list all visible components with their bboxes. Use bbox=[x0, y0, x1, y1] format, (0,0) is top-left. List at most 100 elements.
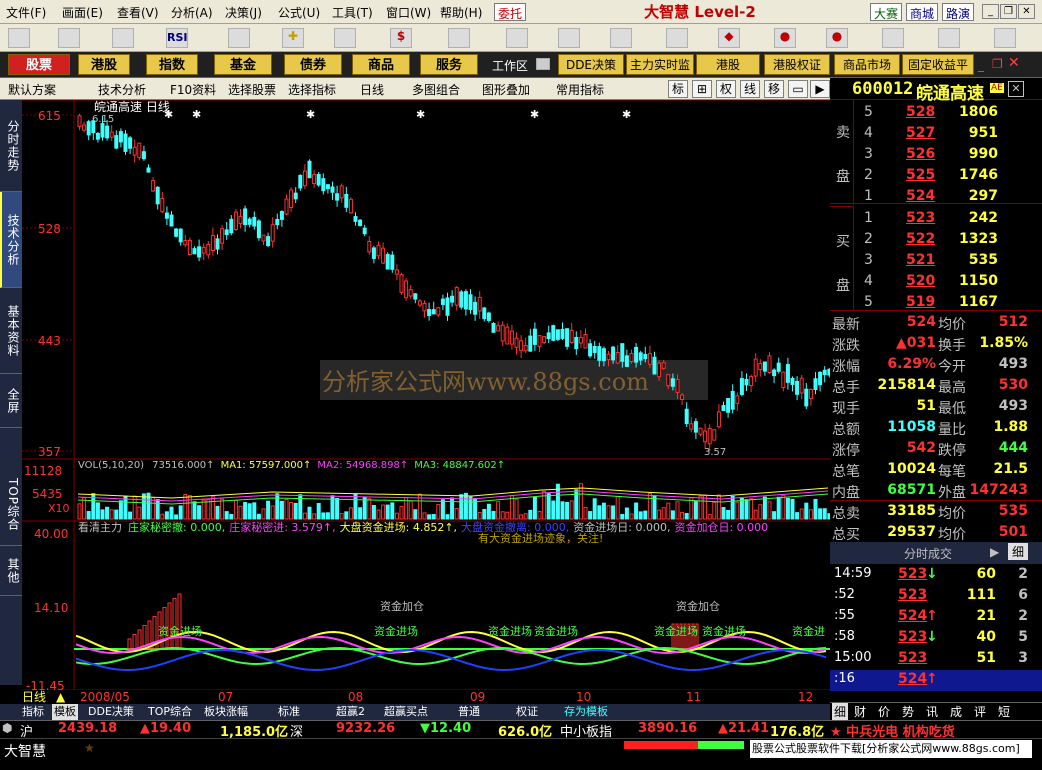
ticks-arrow-icon[interactable]: ▶ bbox=[990, 545, 999, 559]
minimize-icon[interactable]: _ bbox=[982, 4, 999, 19]
mark-button[interactable]: 标 bbox=[668, 80, 688, 98]
barchart-icon[interactable] bbox=[506, 28, 528, 48]
cross-icon[interactable]: ✚ bbox=[282, 28, 304, 48]
workarea-label[interactable]: 工作区 bbox=[492, 57, 528, 74]
tab-normal[interactable]: 普通 bbox=[458, 704, 480, 720]
buy-price[interactable]: 519 bbox=[906, 294, 935, 310]
menu-window[interactable]: 窗口(W) bbox=[386, 4, 431, 21]
rtab-review[interactable]: 评 bbox=[974, 703, 986, 720]
select-indicator-button[interactable]: 选择指标 bbox=[288, 81, 336, 98]
period-dropdown[interactable]: 日线 bbox=[360, 81, 384, 98]
roadshow-button[interactable]: 路演 bbox=[942, 3, 975, 21]
binoculars-icon[interactable] bbox=[558, 28, 580, 48]
tab-sector[interactable]: 板块涨幅 bbox=[204, 704, 248, 720]
rtab-detail[interactable]: 细 bbox=[832, 703, 849, 720]
move-button[interactable]: 移 bbox=[764, 80, 784, 98]
pane-minimize-icon[interactable]: _ bbox=[978, 58, 984, 72]
select-stock-button[interactable]: 选择股票 bbox=[228, 81, 276, 98]
market-fund-button[interactable]: 基金 bbox=[214, 54, 272, 75]
entrust-button[interactable]: 委托 bbox=[494, 3, 527, 21]
tab-dde[interactable]: DDE决策 bbox=[88, 704, 134, 720]
books-icon[interactable] bbox=[994, 28, 1016, 48]
multi-chart-dropdown[interactable]: 多图组合 bbox=[412, 81, 460, 98]
mail-icon[interactable] bbox=[536, 58, 550, 70]
hk-warrant-button[interactable]: 港股权证 bbox=[764, 54, 830, 75]
tab-warrant[interactable]: 权证 bbox=[516, 704, 538, 720]
sell-price[interactable]: 527 bbox=[906, 125, 935, 141]
close-icon[interactable]: ✕ bbox=[1018, 4, 1035, 19]
tech-analysis-dropdown[interactable]: 技术分析 bbox=[98, 81, 146, 98]
market-index-button[interactable]: 指数 bbox=[146, 54, 198, 75]
sell-price[interactable]: 524 bbox=[906, 188, 935, 204]
tab-fullscreen[interactable]: 全屏 bbox=[0, 374, 22, 428]
ball2-icon[interactable]: ● bbox=[826, 28, 848, 48]
speaker-icon[interactable] bbox=[610, 28, 632, 48]
tab-timeline[interactable]: 分时走势 bbox=[0, 100, 22, 192]
screen-icon[interactable] bbox=[938, 28, 960, 48]
menu-file[interactable]: 文件(F) bbox=[6, 4, 46, 21]
market-service-button[interactable]: 服务 bbox=[420, 54, 478, 75]
tab-save-template[interactable]: 存为模板 bbox=[564, 704, 608, 720]
menu-analysis[interactable]: 分析(A) bbox=[171, 4, 213, 21]
dde-decision-button[interactable]: DDE决策 bbox=[558, 54, 624, 75]
rtab-finance[interactable]: 财 bbox=[854, 703, 866, 720]
tab-technical[interactable]: 技术分析 bbox=[0, 192, 22, 288]
buy-price[interactable]: 521 bbox=[906, 252, 935, 268]
mall-button[interactable]: 商城 bbox=[906, 3, 939, 21]
menu-decision[interactable]: 决策(J) bbox=[225, 4, 262, 21]
sell-price[interactable]: 528 bbox=[906, 104, 935, 120]
rtab-deal[interactable]: 成 bbox=[950, 703, 962, 720]
rights-button[interactable]: 权 bbox=[716, 80, 736, 98]
rsi-icon[interactable]: RSI bbox=[166, 28, 188, 48]
market-hk-button[interactable]: 港股 bbox=[78, 54, 130, 75]
buy-price[interactable]: 523 bbox=[906, 210, 935, 226]
line-button[interactable]: 线 bbox=[740, 80, 760, 98]
diamond-icon[interactable]: ◆ bbox=[718, 28, 740, 48]
restore-icon[interactable]: ❐ bbox=[1000, 4, 1017, 19]
chart-icon[interactable] bbox=[58, 28, 80, 48]
menu-view[interactable]: 查看(V) bbox=[117, 4, 159, 21]
market-bond-button[interactable]: 债券 bbox=[284, 54, 342, 75]
f10-button[interactable]: F10资料 bbox=[170, 81, 216, 98]
panel-close-icon[interactable]: ✕ bbox=[1008, 81, 1024, 97]
tab-template[interactable]: 模板 bbox=[52, 704, 78, 720]
rtab-news[interactable]: 讯 bbox=[926, 703, 938, 720]
tab-standard[interactable]: 标准 bbox=[278, 704, 300, 720]
menu-help[interactable]: 帮助(H) bbox=[440, 4, 482, 21]
contest-button[interactable]: 大赛 bbox=[870, 3, 903, 21]
hk-stock-button[interactable]: 港股 bbox=[696, 54, 760, 75]
tab-super-buy[interactable]: 超赢买点 bbox=[384, 704, 428, 720]
tab-super2[interactable]: 超赢2 bbox=[336, 704, 365, 720]
rtab-trend[interactable]: 势 bbox=[902, 703, 914, 720]
train-icon[interactable] bbox=[448, 28, 470, 48]
tab-other[interactable]: 其他 bbox=[0, 546, 22, 596]
pane-close-icon[interactable]: ✕ bbox=[1008, 55, 1020, 71]
menu-tools[interactable]: 工具(T) bbox=[332, 4, 373, 21]
kline-chart-area[interactable]: 615 528 443 357 11128 5435 X10 40.00 14.… bbox=[22, 99, 832, 720]
common-indicator-dropdown[interactable]: 常用指标 bbox=[556, 81, 604, 98]
overlay-dropdown[interactable]: 图形叠加 bbox=[482, 81, 530, 98]
main-monitor-button[interactable]: 主力实时监控 bbox=[626, 54, 694, 75]
market-stocks-button[interactable]: 股票 bbox=[8, 54, 70, 75]
tab-indicator[interactable]: 指标 bbox=[22, 704, 44, 720]
dollar-icon[interactable]: $ bbox=[390, 28, 412, 48]
fixed-income-button[interactable]: 固定收益平台 bbox=[902, 54, 974, 75]
ad-banner[interactable]: 股票公式股票软件下载[分析家公式网www.88gs.com] bbox=[750, 740, 1032, 758]
box-icon[interactable] bbox=[666, 28, 688, 48]
ticks-detail-button[interactable]: 细 bbox=[1008, 543, 1029, 560]
next-icon[interactable]: ▶ bbox=[810, 80, 830, 98]
sell-price[interactable]: 525 bbox=[906, 167, 935, 183]
window-icon[interactable] bbox=[882, 28, 904, 48]
kline-chart[interactable]: 615 528 443 357 11128 5435 X10 40.00 14.… bbox=[22, 99, 832, 704]
rtab-price[interactable]: 价 bbox=[878, 703, 890, 720]
menu-screen[interactable]: 画面(E) bbox=[62, 4, 103, 21]
tab-top[interactable]: TOP综合 bbox=[148, 704, 192, 720]
folder-icon[interactable] bbox=[8, 28, 30, 48]
buy-price[interactable]: 522 bbox=[906, 231, 935, 247]
kline-icon[interactable] bbox=[112, 28, 134, 48]
window-toggle-icon[interactable]: ▭ bbox=[788, 80, 808, 98]
ball-icon[interactable]: ● bbox=[774, 28, 796, 48]
bar-icon[interactable] bbox=[228, 28, 250, 48]
crosshair-icon[interactable]: ⊞ bbox=[692, 80, 712, 98]
menu-formula[interactable]: 公式(U) bbox=[278, 4, 320, 21]
